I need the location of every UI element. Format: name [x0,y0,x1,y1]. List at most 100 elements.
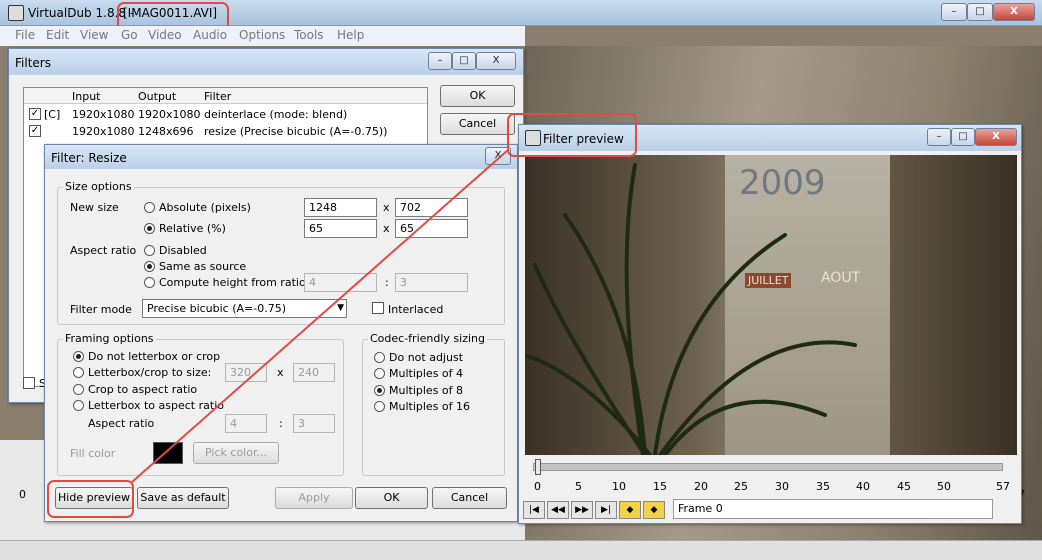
menu-options[interactable]: Options [239,28,285,42]
ratio-b-field[interactable]: 3 [395,273,468,292]
preview-slider-thumb[interactable] [535,459,541,475]
mult4-label[interactable]: Multiples of 4 [389,367,463,380]
letterbox-width-field[interactable]: 320 [225,363,267,382]
plant-leaves [525,163,857,455]
step-forward-icon[interactable]: ▶▶ [571,501,593,519]
menu-tools[interactable]: Tools [294,28,324,42]
save-default-button[interactable]: Save as default [137,487,229,509]
fill-color-label: Fill color [70,447,116,460]
menu-video[interactable]: Video [148,28,182,42]
tick-label: 35 [816,480,830,493]
go-start-icon[interactable]: |◀ [523,501,545,519]
filter-mode-select[interactable]: Precise bicubic (A=-0.75) ▼ [142,299,347,318]
preview-minimize-icon[interactable]: – [927,128,951,146]
relative-label[interactable]: Relative (%) [159,222,226,235]
preview-close-icon[interactable]: X [975,128,1017,146]
same-as-source-radio[interactable] [144,261,155,272]
col-filter[interactable]: Filter [204,90,231,103]
interlaced-checkbox[interactable] [372,302,384,314]
compute-height-radio[interactable] [144,277,155,288]
letterbox-height-field[interactable]: 240 [293,363,335,382]
go-end-icon[interactable]: ▶| [595,501,617,519]
filters-ok-button[interactable]: OK [440,85,515,107]
chevron-down-icon: ▼ [337,303,344,313]
interlaced-label[interactable]: Interlaced [388,303,443,316]
filter-row-checkbox[interactable]: ✓ [29,125,41,137]
menu-audio[interactable]: Audio [193,28,227,42]
filter-list-header: Input Output Filter [24,88,427,104]
absolute-label[interactable]: Absolute (pixels) [159,201,251,214]
mult8-label[interactable]: Multiples of 8 [389,384,463,397]
filter-row[interactable]: ✓ 1920x1080 1248x696 resize (Precise bic… [24,123,427,140]
letterbox-size-radio[interactable] [73,367,84,378]
absolute-radio[interactable] [144,202,155,213]
filters-maximize-icon[interactable]: □ [452,52,476,70]
framing-ratio-a-field[interactable]: 4 [225,414,267,433]
key-next-icon[interactable]: ◆ [643,501,665,519]
times-label: x [383,222,390,235]
menu-go[interactable]: Go [121,28,138,42]
filter-row-checkbox[interactable]: ✓ [29,108,41,120]
frame-label: Frame 0 [678,502,723,515]
menu-edit[interactable]: Edit [46,28,69,42]
col-input[interactable]: Input [72,90,100,103]
mult8-radio[interactable] [374,385,385,396]
crop-aspect-label[interactable]: Crop to aspect ratio [88,383,197,396]
ratio-a-field[interactable]: 4 [304,273,377,292]
framing-ratio-b-field[interactable]: 3 [293,414,335,433]
pick-color-button[interactable]: Pick color... [193,442,279,464]
tick-label: 15 [653,480,667,493]
tick-label: 10 [612,480,626,493]
filters-cancel-button[interactable]: Cancel [440,113,515,135]
preview-trackbar[interactable] [533,463,1003,471]
menu-help[interactable]: Help [337,28,364,42]
relative-width-field[interactable]: 65 [304,219,377,238]
do-not-adjust-radio[interactable] [374,352,385,363]
relative-radio[interactable] [144,223,155,234]
letterbox-size-label[interactable]: Letterbox/crop to size: [88,366,211,379]
no-letterbox-label[interactable]: Do not letterbox or crop [88,350,220,363]
filter-row[interactable]: ✓ [C] 1920x1080 1920x1080 deinterlace (m… [24,106,427,123]
filters-close-icon[interactable]: X [476,52,516,70]
mult16-radio[interactable] [374,401,385,412]
filter-mode-value: Precise bicubic (A=-0.75) [147,302,287,315]
step-back-icon[interactable]: ◀◀ [547,501,569,519]
col-output[interactable]: Output [138,90,176,103]
absolute-height-field[interactable]: 702 [395,198,468,217]
aspect-disabled-radio[interactable] [144,245,155,256]
apply-button[interactable]: Apply [275,487,353,509]
tick-label: 57 [996,480,1010,493]
menu-file[interactable]: File [15,28,35,42]
tick-label: 45 [897,480,911,493]
mult16-label[interactable]: Multiples of 16 [389,400,470,413]
close-icon[interactable]: X [993,3,1035,21]
letterbox-aspect-radio[interactable] [73,400,84,411]
do-not-adjust-label[interactable]: Do not adjust [389,351,463,364]
resize-ok-button[interactable]: OK [355,487,428,509]
preview-maximize-icon[interactable]: □ [951,128,975,146]
maximize-icon[interactable]: □ [967,3,993,21]
menu-view[interactable]: View [80,28,108,42]
preview-window: Filter preview – □ X 2009 JUILLET AOUT |… [518,124,1022,524]
tick-label: 40 [856,480,870,493]
letterbox-aspect-label[interactable]: Letterbox to aspect ratio [88,399,224,412]
filters-option-checkbox[interactable] [23,377,35,389]
absolute-width-field[interactable]: 1248 [304,198,377,217]
resize-cancel-button[interactable]: Cancel [432,487,507,509]
filter-row-name: deinterlace (mode: blend) [204,108,348,121]
same-as-source-label[interactable]: Same as source [159,260,246,273]
key-prev-icon[interactable]: ◆ [619,501,641,519]
filter-row-output: 1248x696 [138,125,194,138]
tick-label: 20 [694,480,708,493]
tick-label: 5 [575,480,582,493]
mult4-radio[interactable] [374,368,385,379]
minimize-icon[interactable]: – [941,3,967,21]
no-letterbox-radio[interactable] [73,351,84,362]
compute-height-label[interactable]: Compute height from ratio: [159,276,309,289]
aspect-disabled-label[interactable]: Disabled [159,244,207,257]
crop-aspect-radio[interactable] [73,384,84,395]
filters-title-bar: Filters – □ X [9,49,523,75]
resize-title-bar: Filter: Resize X [45,145,517,169]
relative-height-field[interactable]: 65 [395,219,468,238]
filters-minimize-icon[interactable]: – [428,52,452,70]
